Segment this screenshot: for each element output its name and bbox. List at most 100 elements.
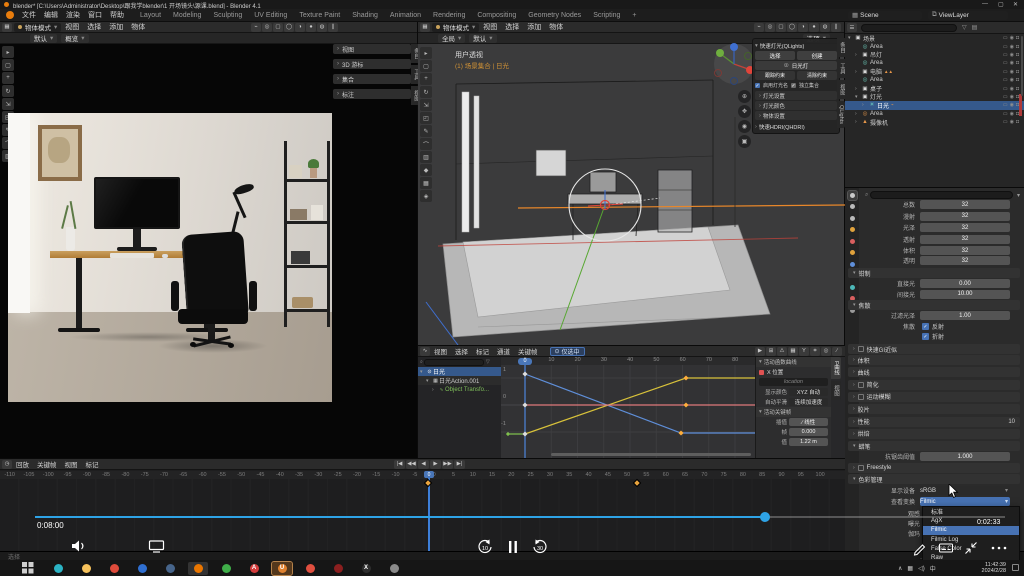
eye-icon[interactable]: ◉ (1010, 102, 1014, 108)
properties-tab[interactable] (848, 214, 857, 223)
camera-render-icon[interactable]: ◘ (1016, 69, 1019, 75)
properties-section[interactable]: ›胶片 (848, 404, 1020, 414)
taskbar-app-icon[interactable] (76, 562, 96, 575)
graph-menu-item[interactable]: 选择 (451, 346, 472, 356)
menu-item[interactable]: 窗口 (84, 10, 106, 20)
keyframe-field-value[interactable]: 1.22 m (789, 438, 828, 446)
graph-toggle-icon[interactable]: ⚠ (777, 347, 787, 356)
bounce-value-field[interactable]: 32 (920, 200, 1010, 209)
transport-button[interactable]: ▶ (430, 460, 441, 469)
channel-row[interactable]: ▾ ▦ 日光Action.001 (418, 376, 501, 385)
transport-button[interactable]: ◀◀ (406, 460, 417, 469)
graph-menu-item[interactable]: 通道 (493, 346, 514, 356)
workspace-tab[interactable]: Geometry Nodes (522, 11, 587, 20)
color-management-header[interactable]: ▾色彩管理 (848, 474, 1020, 484)
header-toggle-icon[interactable]: ⌁ (754, 23, 764, 32)
graph-toggle-icon[interactable]: ⊞ (766, 347, 776, 356)
blender-menu-icon[interactable] (6, 11, 14, 19)
taskbar-app-icon[interactable]: A (244, 562, 264, 575)
workspace-tab[interactable]: Texture Paint (293, 11, 346, 20)
bounce-value-field[interactable]: 32 (920, 223, 1010, 232)
header-toggle-icon[interactable]: ∥ (328, 23, 338, 32)
filter-funnel-icon[interactable]: ▽ (962, 24, 967, 31)
camera-render-icon[interactable]: ◘ (1016, 35, 1019, 41)
taskbar-app-icon[interactable] (384, 562, 404, 575)
eye-icon[interactable]: ◉ (1010, 77, 1014, 83)
header-toggle-icon[interactable]: ◑ (295, 23, 305, 32)
header-toggle-icon[interactable]: ◯ (787, 23, 797, 32)
close-button[interactable]: ✕ (1013, 1, 1018, 8)
editor-type-icon[interactable]: ◷ (2, 460, 12, 469)
taskbar-app-icon[interactable] (328, 562, 348, 575)
tool-button[interactable]: ▥ (420, 151, 432, 163)
edit-pencil-icon[interactable] (912, 540, 928, 556)
screen-visibility-icon[interactable]: ▭ (1003, 52, 1008, 58)
outliner-row[interactable]: › ▣ 电脑 ▲▲ ▭◉◘ (845, 68, 1024, 76)
properties-section[interactable]: ›性能10 (848, 417, 1020, 427)
view-transform-dropdown[interactable]: Filmic▾ (920, 497, 1010, 506)
sidebar-tab[interactable]: F曲线 (831, 357, 841, 379)
screen-visibility-icon[interactable]: ▭ (1003, 86, 1008, 92)
screen-visibility-icon[interactable]: ▭ (1003, 44, 1008, 50)
viewport-menu-item[interactable]: 添加 (523, 22, 545, 32)
timeline-menu-item[interactable]: 回放 (12, 459, 33, 469)
timeline-menu-item[interactable]: 关键帧 (33, 459, 61, 469)
nav-button[interactable]: ▣ (738, 135, 751, 148)
tray-icon[interactable]: 中 (930, 564, 936, 573)
viewport-menu-item[interactable]: 选择 (83, 22, 105, 32)
properties-search-input[interactable] (870, 191, 1013, 199)
taskbar-app-icon[interactable] (132, 562, 152, 575)
tool-button[interactable]: + (420, 73, 432, 85)
setting-dropdown[interactable]: XYZ 自动 (789, 388, 828, 396)
bounce-value-field[interactable]: 32 (920, 246, 1010, 255)
tray-icon[interactable]: ∧ (898, 565, 902, 572)
graph-menu-item[interactable]: 视图 (430, 346, 451, 356)
npanel-section[interactable]: ›集合 (333, 74, 411, 84)
graph-toggle-icon[interactable]: ◎ (821, 347, 831, 356)
timeline-menu-item[interactable]: 视图 (61, 459, 82, 469)
orientation-dropdown[interactable]: 默认▾ (469, 34, 496, 43)
qlights-light-button[interactable]: ☉日光灯 (755, 61, 837, 70)
taskbar-app-icon[interactable] (160, 562, 180, 575)
properties-tab[interactable] (848, 191, 857, 200)
viewlayer-field[interactable]: ⧉ViewLayer (928, 11, 1008, 20)
outliner-options-icon[interactable]: ▤ (972, 24, 978, 31)
current-frame-badge[interactable]: 0 (518, 358, 532, 365)
npanel-tab[interactable]: QLights (837, 101, 845, 128)
npanel-section[interactable]: ›3D 游标 (333, 59, 411, 69)
taskbar-app-icon[interactable] (188, 562, 208, 575)
camera-render-icon[interactable]: ◘ (1016, 77, 1019, 83)
fast-gi-section[interactable]: ›快速GI近似 (848, 344, 1020, 354)
properties-tab[interactable] (848, 237, 857, 246)
transparent-field[interactable]: 32 (920, 256, 1010, 265)
keyframe-field-value[interactable]: ∕ 线性 (789, 418, 828, 426)
qlights-checkbox[interactable]: ✓独立集合 (791, 82, 819, 89)
outliner-search-input[interactable] (861, 24, 957, 32)
outliner-row[interactable]: › ▲ 摄像机 ▭◉◘ (845, 118, 1024, 126)
workspace-tab[interactable]: + (626, 11, 642, 20)
screen-visibility-icon[interactable]: ▭ (1003, 35, 1008, 41)
qlights-tab[interactable]: 创建 (797, 51, 837, 60)
transport-button[interactable]: ▶▶ (442, 460, 453, 469)
screen-visibility-icon[interactable]: ▭ (1003, 60, 1008, 66)
npanel-section[interactable]: ›标注 (333, 89, 411, 99)
menu-item[interactable]: 帮助 (106, 10, 128, 20)
qlights-section[interactable]: ›灯光设置 (755, 91, 837, 100)
qlights-header[interactable]: ▾快速灯光(QLights) (755, 41, 837, 50)
filter-glossy-field[interactable]: 1.00 (920, 311, 1010, 320)
workspace-tab[interactable]: Scripting (587, 11, 626, 20)
properties-options-icon[interactable]: ▾ (1017, 192, 1020, 199)
graph-toggle-icon[interactable]: ▶ (755, 347, 765, 356)
workspace-tab[interactable]: Modeling (167, 11, 207, 20)
header-toggle-icon[interactable]: ▢ (776, 23, 786, 32)
tool-button[interactable]: ▸ (420, 47, 432, 59)
fcurve-panel-header[interactable]: ▾活动函数曲线 (756, 357, 831, 367)
viewport-menu-item[interactable]: 选择 (501, 22, 523, 32)
screen-visibility-icon[interactable]: ▭ (1003, 77, 1008, 83)
properties-tab[interactable] (848, 283, 857, 292)
tool-button[interactable]: ↻ (2, 85, 14, 97)
eye-icon[interactable]: ◉ (1010, 35, 1014, 41)
camera-render-icon[interactable]: ◘ (1016, 119, 1019, 125)
qlights-action-button[interactable]: 跟踪约束 (755, 71, 795, 80)
taskbar-app-icon[interactable] (216, 562, 236, 575)
